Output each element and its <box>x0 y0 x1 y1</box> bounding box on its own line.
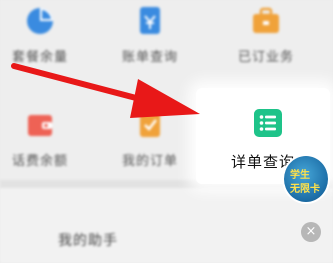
promo-badge-text: 无限卡 <box>290 184 320 195</box>
annotation-arrow <box>11 63 200 118</box>
close-icon[interactable]: × <box>301 222 321 242</box>
promo-badge-text: 学生 <box>290 170 310 181</box>
promo-badge[interactable]: 学生 无限卡 <box>282 154 330 204</box>
